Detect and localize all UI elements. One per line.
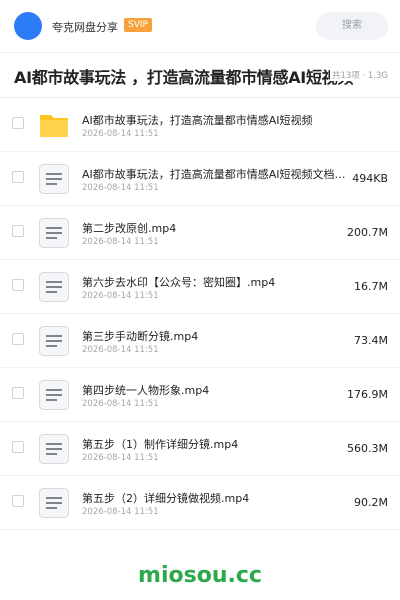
file-icon [39, 434, 69, 464]
owner-name[interactable]: 夸克网盘分享 [52, 19, 118, 35]
file-icon [39, 164, 69, 194]
checkbox[interactable] [12, 441, 24, 453]
checkbox[interactable] [12, 225, 24, 237]
list-item[interactable]: AI都市故事玩法，打造高流量都市情感AI短视频 2026-08-14 11:51 [0, 98, 400, 152]
svip-badge: SVIP [124, 18, 152, 32]
checkbox[interactable] [12, 333, 24, 345]
checkbox[interactable] [12, 117, 24, 129]
list-item[interactable]: 第五步（2）详细分镜做视频.mp4 2026-08-14 11:51 90.2M [0, 476, 400, 530]
share-meta: 共13项 · 1.3G [329, 69, 388, 81]
checkbox[interactable] [12, 495, 24, 507]
file-name: 第三步手动断分镜.mp4 [82, 330, 199, 343]
watermark-logo: miosou.cc [138, 563, 262, 588]
file-size: 73.4M [354, 334, 388, 347]
file-size: 16.7M [354, 280, 388, 293]
file-date: 2026-08-14 11:51 [82, 453, 159, 463]
file-name: 第二步改原创.mp4 [82, 222, 177, 235]
avatar[interactable] [14, 12, 42, 40]
file-size: 200.7M [347, 226, 388, 239]
list-item[interactable]: 第三步手动断分镜.mp4 2026-08-14 11:51 73.4M [0, 314, 400, 368]
file-date: 2026-08-14 11:51 [82, 345, 159, 355]
file-icon [39, 488, 69, 518]
file-name: 第四步统一人物形象.mp4 [82, 384, 210, 397]
file-size: 494KB [352, 172, 388, 185]
file-icon [39, 272, 69, 302]
folder-icon [40, 115, 68, 137]
file-size: 90.2M [354, 496, 388, 509]
checkbox[interactable] [12, 171, 24, 183]
file-name: 第六步去水印【公众号：密知圈】.mp4 [82, 276, 276, 289]
share-title-row: AI都市故事玩法 ，打造高流量都市情感AI短视频 共13项 · 1.3G [0, 53, 400, 97]
file-name: AI都市故事玩法，打造高流量都市情感AI短视频 [82, 114, 313, 127]
file-name: 第五步（1）制作详细分镜.mp4 [82, 438, 239, 451]
checkbox[interactable] [12, 387, 24, 399]
file-name: 第五步（2）详细分镜做视频.mp4 [82, 492, 250, 505]
list-item[interactable]: 第五步（1）制作详细分镜.mp4 2026-08-14 11:51 560.3M [0, 422, 400, 476]
share-title: AI都市故事玩法 ，打造高流量都市情感AI短视频 [14, 68, 354, 87]
file-name: AI都市故事玩法，打造高流量都市情感AI短视频文档… [82, 168, 346, 181]
file-icon [39, 218, 69, 248]
checkbox[interactable] [12, 279, 24, 291]
file-size: 176.9M [347, 388, 388, 401]
search-input[interactable]: 搜索 [316, 12, 388, 40]
file-date: 2026-08-14 11:51 [82, 507, 159, 517]
list-item[interactable]: AI都市故事玩法，打造高流量都市情感AI短视频文档… 2026-08-14 11… [0, 152, 400, 206]
file-list: AI都市故事玩法，打造高流量都市情感AI短视频 2026-08-14 11:51… [0, 98, 400, 530]
file-icon [39, 326, 69, 356]
list-item[interactable]: 第四步统一人物形象.mp4 2026-08-14 11:51 176.9M [0, 368, 400, 422]
top-bar: 夸克网盘分享 SVIP 搜索 [0, 0, 400, 52]
file-date: 2026-08-14 11:51 [82, 291, 159, 301]
file-icon [39, 380, 69, 410]
list-item[interactable]: 第六步去水印【公众号：密知圈】.mp4 2026-08-14 11:51 16.… [0, 260, 400, 314]
list-item[interactable]: 第二步改原创.mp4 2026-08-14 11:51 200.7M [0, 206, 400, 260]
file-date: 2026-08-14 11:51 [82, 399, 159, 409]
file-date: 2026-08-14 11:51 [82, 129, 159, 139]
file-date: 2026-08-14 11:51 [82, 237, 159, 247]
file-date: 2026-08-14 11:51 [82, 183, 159, 193]
file-size: 560.3M [347, 442, 388, 455]
